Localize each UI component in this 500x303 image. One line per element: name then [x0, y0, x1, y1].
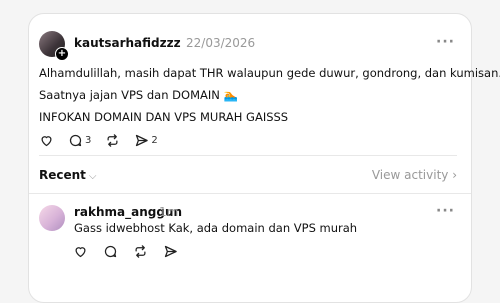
post-text-line-1: Alhamdulillah, masih dapat THR walaupun … — [39, 66, 500, 80]
like-button[interactable] — [39, 133, 54, 148]
repost-icon — [135, 245, 146, 258]
share-button[interactable]: 2 — [134, 133, 158, 148]
post-username[interactable]: kautsarhafidzzz — [74, 36, 181, 50]
more-options-icon[interactable]: ··· — [436, 203, 455, 219]
reply-button[interactable] — [103, 244, 118, 259]
post-actions: 3 2 — [39, 133, 172, 148]
reply-count: 3 — [85, 135, 92, 146]
share-button[interactable] — [163, 244, 178, 259]
heart-icon — [75, 247, 86, 258]
share-count: 2 — [151, 135, 158, 146]
comment-icon — [69, 134, 82, 147]
post-text-line-2: Saatnya jajan VPS dan DOMAIN 🏊 — [39, 88, 238, 102]
reply-timestamp: 1m — [159, 205, 179, 219]
repost-button[interactable] — [105, 133, 120, 148]
heart-icon — [41, 136, 52, 147]
follow-plus-icon[interactable]: + — [55, 47, 69, 61]
avatar[interactable] — [39, 205, 65, 231]
reply-button[interactable]: 3 — [68, 133, 91, 148]
divider — [29, 193, 471, 194]
top-hint: ··· — [0, 0, 500, 4]
like-button[interactable] — [73, 244, 88, 259]
more-options-icon[interactable]: ··· — [436, 34, 455, 50]
repost-button[interactable] — [133, 244, 148, 259]
sort-label: Recent — [39, 168, 86, 182]
view-activity-link[interactable]: View activity › — [372, 168, 457, 182]
comment-icon — [104, 245, 117, 258]
reply-text: Gass idwebhost Kak, ada domain dan VPS m… — [74, 221, 358, 235]
thread-card: + kautsarhafidzzz 22/03/2026 ··· Alhamdu… — [28, 13, 500, 303]
share-icon — [164, 245, 177, 258]
reply-actions — [73, 244, 192, 259]
repost-icon — [107, 134, 118, 147]
post-text-line-3: INFOKAN DOMAIN DAN VPS MURAH GAISSS — [39, 110, 289, 124]
sort-dropdown[interactable]: Recent ⌵ — [39, 168, 97, 182]
avatar[interactable]: + — [39, 31, 69, 61]
chevron-down-icon: ⌵ — [88, 171, 97, 182]
divider — [39, 155, 457, 156]
post-timestamp: 22/03/2026 — [186, 36, 256, 50]
share-icon — [136, 134, 149, 147]
